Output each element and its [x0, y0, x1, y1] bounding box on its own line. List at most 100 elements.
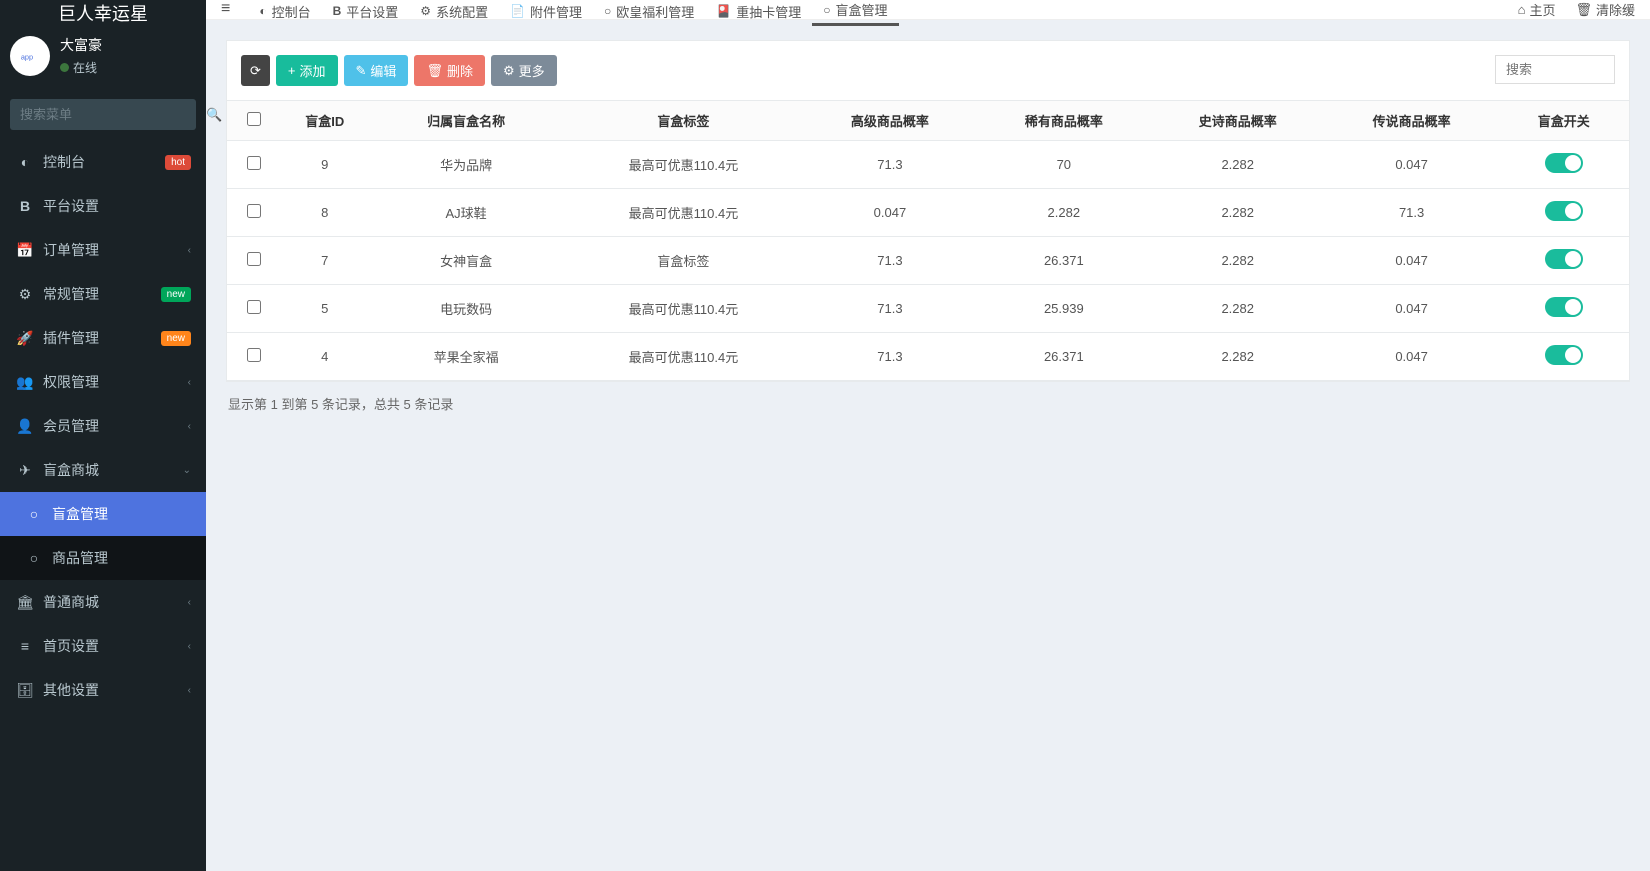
sidebar-search-input[interactable]	[10, 99, 206, 130]
cell-rare: 26.371	[977, 237, 1151, 285]
gear-icon: ⚙	[420, 4, 431, 18]
row-checkbox[interactable]	[247, 300, 261, 314]
toolbar: ⟳ +添加 ✎编辑 🗑删除 ⚙更多	[227, 41, 1629, 100]
chevron-left-icon: ‹	[188, 641, 191, 652]
circle-icon: ○	[823, 3, 830, 17]
chevron-left-icon: ‹	[188, 597, 191, 608]
edit-button[interactable]: ✎编辑	[344, 55, 409, 86]
cell-high: 71.3	[803, 285, 977, 333]
cell-rare: 25.939	[977, 285, 1151, 333]
cell-name: 苹果全家福	[368, 333, 564, 381]
sidebar-item-general[interactable]: ⚙ 常规管理 new	[0, 272, 206, 316]
cell-legend: 71.3	[1325, 189, 1499, 237]
chevron-left-icon: ‹	[188, 245, 191, 256]
delete-button[interactable]: 🗑删除	[414, 55, 485, 86]
col-id[interactable]: 盲盒ID	[281, 101, 368, 141]
toggle-switch[interactable]	[1545, 249, 1583, 269]
group-icon: 👥	[15, 374, 35, 391]
cell-name: 电玩数码	[368, 285, 564, 333]
sidebar-item-member[interactable]: 👤 会员管理 ‹	[0, 404, 206, 448]
dashboard-icon: ◐	[259, 4, 266, 18]
toggle-switch[interactable]	[1545, 345, 1583, 365]
bank-icon: 🏛	[15, 594, 35, 611]
home-link[interactable]: ⌂主页	[1518, 0, 1556, 19]
calendar-icon: 📅	[15, 242, 35, 259]
col-high[interactable]: 高级商品概率	[803, 101, 977, 141]
user-name: 大富豪	[60, 35, 102, 55]
toggle-switch[interactable]	[1545, 153, 1583, 173]
status-dot-icon	[60, 63, 69, 72]
row-checkbox[interactable]	[247, 156, 261, 170]
table-row: 8AJ球鞋最高可优惠110.4元0.0472.2822.28271.3	[227, 189, 1629, 237]
sidebar-item-blindbox-mall[interactable]: ✈ 盲盒商城 ⌄	[0, 448, 206, 492]
table-row: 5电玩数码最高可优惠110.4元71.325.9392.2820.047	[227, 285, 1629, 333]
sidebar-item-plugin[interactable]: 🚀 插件管理 new	[0, 316, 206, 360]
panel: ⟳ +添加 ✎编辑 🗑删除 ⚙更多 盲盒ID 归属盲盒名称	[226, 40, 1630, 382]
select-all-checkbox[interactable]	[247, 112, 261, 126]
more-button[interactable]: ⚙更多	[491, 55, 557, 86]
chevron-left-icon: ‹	[188, 685, 191, 696]
cell-epic: 2.282	[1151, 189, 1325, 237]
trash-icon: 🗑	[426, 63, 443, 79]
sidebar-item-platform[interactable]: B 平台设置	[0, 184, 206, 228]
sidebar-item-permission[interactable]: 👥 权限管理 ‹	[0, 360, 206, 404]
refresh-icon: ⟳	[250, 63, 261, 79]
sidebar-item-blindbox-manage[interactable]: ○ 盲盒管理	[0, 492, 206, 536]
topbar: ≡ ◐控制台 B平台设置 ⚙系统配置 📄附件管理 ○欧皇福利管理 🎴重抽卡管理 …	[206, 0, 1650, 20]
app-logo: 巨人幸运星	[0, 0, 206, 22]
svg-text:app: app	[21, 52, 33, 61]
plus-icon: +	[288, 63, 296, 78]
dashboard-icon: ◐	[15, 154, 35, 170]
row-checkbox[interactable]	[247, 204, 261, 218]
row-checkbox[interactable]	[247, 252, 261, 266]
toggle-switch[interactable]	[1545, 297, 1583, 317]
cell-high: 0.047	[803, 189, 977, 237]
cell-legend: 0.047	[1325, 333, 1499, 381]
cell-epic: 2.282	[1151, 285, 1325, 333]
table-search-input[interactable]	[1495, 55, 1615, 84]
cell-tag: 最高可优惠110.4元	[564, 333, 803, 381]
chevron-down-icon: ⌄	[183, 465, 191, 476]
clear-cache-link[interactable]: 🗑清除缓	[1575, 0, 1635, 19]
avatar[interactable]: app	[10, 36, 50, 76]
home-icon: ⌂	[1518, 2, 1526, 17]
sidebar-item-other[interactable]: 🗄 其他设置 ‹	[0, 668, 206, 712]
col-legend[interactable]: 传说商品概率	[1325, 101, 1499, 141]
sidebar-item-dashboard[interactable]: ◐ 控制台 hot	[0, 140, 206, 184]
col-epic[interactable]: 史诗商品概率	[1151, 101, 1325, 141]
sidebar-item-product-manage[interactable]: ○ 商品管理	[0, 536, 206, 580]
cell-rare: 2.282	[977, 189, 1151, 237]
cell-name: 女神盲盒	[368, 237, 564, 285]
cell-id: 4	[281, 333, 368, 381]
badge-hot: hot	[165, 155, 191, 170]
cell-epic: 2.282	[1151, 237, 1325, 285]
cell-tag: 最高可优惠110.4元	[564, 141, 803, 189]
col-name[interactable]: 归属盲盒名称	[368, 101, 564, 141]
cell-high: 71.3	[803, 333, 977, 381]
table-row: 4苹果全家福最高可优惠110.4元71.326.3712.2820.047	[227, 333, 1629, 381]
file-icon: 📄	[510, 4, 525, 18]
sidebar-item-order[interactable]: 📅 订单管理 ‹	[0, 228, 206, 272]
data-table: 盲盒ID 归属盲盒名称 盲盒标签 高级商品概率 稀有商品概率 史诗商品概率 传说…	[227, 100, 1629, 381]
col-switch[interactable]: 盲盒开关	[1499, 101, 1629, 141]
cell-id: 8	[281, 189, 368, 237]
gear-icon: ⚙	[503, 63, 515, 79]
hamburger-icon[interactable]: ≡	[221, 0, 230, 18]
col-tag[interactable]: 盲盒标签	[564, 101, 803, 141]
cell-epic: 2.282	[1151, 141, 1325, 189]
chevron-left-icon: ‹	[188, 421, 191, 432]
col-rare[interactable]: 稀有商品概率	[977, 101, 1151, 141]
refresh-button[interactable]: ⟳	[241, 55, 270, 86]
sidebar-item-normal-mall[interactable]: 🏛 普通商城 ‹	[0, 580, 206, 624]
cell-id: 9	[281, 141, 368, 189]
cell-id: 5	[281, 285, 368, 333]
toggle-switch[interactable]	[1545, 201, 1583, 221]
sidebar-item-homepage[interactable]: ≡ 首页设置 ‹	[0, 624, 206, 668]
cell-tag: 盲盒标签	[564, 237, 803, 285]
user-status: 在线	[60, 59, 102, 76]
row-checkbox[interactable]	[247, 348, 261, 362]
add-button[interactable]: +添加	[276, 55, 338, 86]
card-icon: 🎴	[716, 4, 731, 18]
user-panel: app 大富豪 在线	[0, 22, 206, 89]
list-icon: ≡	[15, 638, 35, 654]
